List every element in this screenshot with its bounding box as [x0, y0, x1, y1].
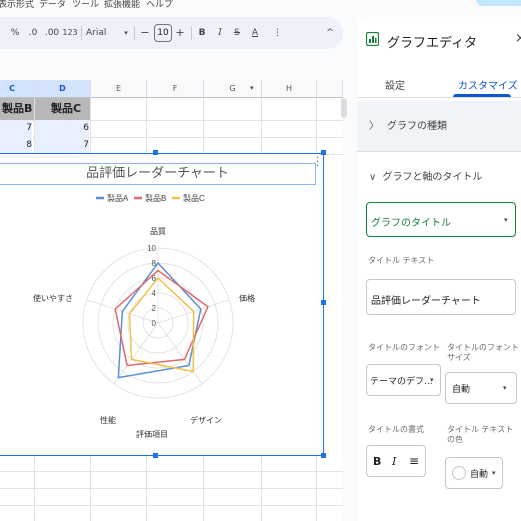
- collapse-toolbar-icon[interactable]: ^: [325, 25, 335, 41]
- chevron-down-icon[interactable]: ▾: [122, 25, 130, 41]
- share-button[interactable]: [476, 0, 521, 6]
- radar-chart[interactable]: 品評価レーダーチャート · · · 製品A 製品B 製品C 0 2 4 6 8 10 品質 価格 デザイン…: [0, 153, 324, 456]
- align-button[interactable]: ≡: [409, 454, 419, 468]
- toolbar: % .0 .00 123 Arial ▾ − 10 + B I S A ⋮ ^: [0, 17, 343, 49]
- section-label: グラフと軸のタイトル: [382, 172, 483, 183]
- chart-type-section-header[interactable]: 〉グラフの種類: [369, 117, 447, 132]
- menu-help[interactable]: ヘルプ: [146, 0, 173, 10]
- title-text-label: タイトル テキスト: [368, 256, 435, 265]
- title-font-size-label: タイトルのフォントサイズ: [447, 343, 519, 362]
- chevron-down-icon: ▾: [503, 384, 507, 392]
- menu-data[interactable]: データ: [39, 0, 66, 10]
- titles-section-header[interactable]: ∨ グラフと軸のタイトル: [369, 168, 482, 183]
- chart-editor-panel: グラフエディタ × 設定 カスタマイズ 〉グラフの種類 ∨ グラフと軸のタイトル …: [357, 17, 521, 521]
- header-cell-product-c[interactable]: 製品C: [35, 98, 90, 120]
- title-color-label: タイトル テキストの色: [447, 425, 514, 444]
- column-header-h[interactable]: H: [262, 80, 317, 98]
- title-font-size-select[interactable]: 自動 ▾: [445, 372, 517, 404]
- chevron-down-icon: ▾: [430, 376, 434, 384]
- axis-title: 評価項目: [136, 429, 168, 439]
- chevron-down-icon: ∨: [369, 172, 377, 183]
- resize-handle[interactable]: [321, 453, 326, 458]
- resize-handle[interactable]: [321, 300, 326, 305]
- legend-label: 製品C: [183, 193, 205, 203]
- column-header-d[interactable]: D: [35, 80, 91, 98]
- radial-tick-label: 4: [152, 289, 157, 298]
- menu-tools[interactable]: ツール: [72, 0, 99, 10]
- column-header-f[interactable]: F: [147, 80, 204, 98]
- table-cell[interactable]: 6: [35, 120, 89, 137]
- title-font-select[interactable]: テーマのデフ... ▾: [366, 364, 441, 396]
- header-cell-product-b[interactable]: 製品B: [0, 98, 34, 120]
- tab-setup[interactable]: 設定: [385, 77, 405, 92]
- text-color-button[interactable]: A: [250, 25, 260, 41]
- increase-font-size-button[interactable]: +: [175, 25, 185, 41]
- title-format-label: タイトルの書式: [368, 425, 424, 434]
- resize-handle[interactable]: [321, 150, 326, 155]
- radial-tick-label: 10: [147, 244, 156, 253]
- radial-tick-label: 0: [152, 319, 157, 328]
- table-cell[interactable]: 7: [35, 137, 89, 154]
- table-cell[interactable]: 7: [0, 120, 32, 137]
- column-header-i[interactable]: [317, 80, 343, 98]
- number-format-button[interactable]: 123: [62, 25, 78, 41]
- chevron-down-icon: ▾: [504, 216, 508, 224]
- spoke-label: 品質: [150, 226, 166, 236]
- column-header-c[interactable]: C: [0, 80, 35, 98]
- chevron-down-icon: ▾: [492, 469, 496, 477]
- tab-customize[interactable]: カスタマイズ: [458, 77, 518, 92]
- font-size-input[interactable]: 10: [154, 24, 172, 42]
- section-label: グラフの種類: [387, 121, 447, 132]
- decrease-font-size-button[interactable]: −: [140, 25, 150, 41]
- column-header-e[interactable]: E: [91, 80, 147, 98]
- toolbar-divider: [191, 26, 192, 40]
- close-icon[interactable]: ×: [515, 31, 521, 46]
- spoke-label: 使いやすさ: [33, 293, 73, 303]
- chart-icon: [366, 32, 379, 46]
- bold-button[interactable]: B: [197, 25, 207, 41]
- vertical-scrollbar[interactable]: [341, 98, 347, 118]
- title-type-select[interactable]: グラフのタイトル ▾: [366, 202, 516, 237]
- resize-handle[interactable]: [153, 453, 158, 458]
- decrease-decimal-button[interactable]: .0: [26, 25, 40, 41]
- spoke-label: 価格: [239, 293, 255, 303]
- table-cell[interactable]: 8: [0, 137, 32, 154]
- increase-decimal-button[interactable]: .00: [43, 25, 61, 41]
- panel-title: グラフエディタ: [387, 36, 478, 51]
- radial-tick-label: 2: [152, 304, 157, 313]
- strikethrough-button[interactable]: S: [232, 25, 242, 41]
- legend-label: 製品B: [145, 193, 166, 203]
- radar-plot: 製品A 製品B 製品C0246810品質価格デザイン性能使いやすさ評価項目: [33, 193, 255, 439]
- color-swatch: [452, 466, 466, 480]
- chevron-right-icon: 〉: [369, 121, 379, 132]
- spoke-label: 性能: [100, 415, 116, 425]
- title-text-input[interactable]: 品評価レーダーチャート: [366, 279, 516, 315]
- bold-button[interactable]: B: [373, 455, 381, 468]
- italic-button[interactable]: I: [392, 455, 396, 468]
- title-format-group: B I ≡: [366, 445, 426, 477]
- italic-button[interactable]: I: [215, 25, 225, 41]
- menu-extensions[interactable]: 拡張機能: [104, 0, 140, 10]
- more-options-icon[interactable]: ⋮: [273, 25, 282, 41]
- percent-format-button[interactable]: %: [9, 25, 21, 41]
- column-menu-icon[interactable]: ▾: [250, 84, 254, 92]
- toolbar-divider: [81, 26, 82, 40]
- resize-handle[interactable]: [153, 150, 158, 155]
- legend-label: 製品A: [107, 193, 129, 203]
- font-family-select[interactable]: Arial: [86, 25, 112, 41]
- menu-format[interactable]: 表示形式: [0, 0, 34, 10]
- toolbar-divider: [134, 26, 135, 40]
- title-font-label: タイトルのフォント: [368, 343, 440, 352]
- menu-bar: 表示形式 データ ツール 拡張機能 ヘルプ: [0, 0, 521, 12]
- spoke-label: デザイン: [190, 415, 222, 425]
- title-color-select[interactable]: 自動 ▾: [445, 457, 503, 489]
